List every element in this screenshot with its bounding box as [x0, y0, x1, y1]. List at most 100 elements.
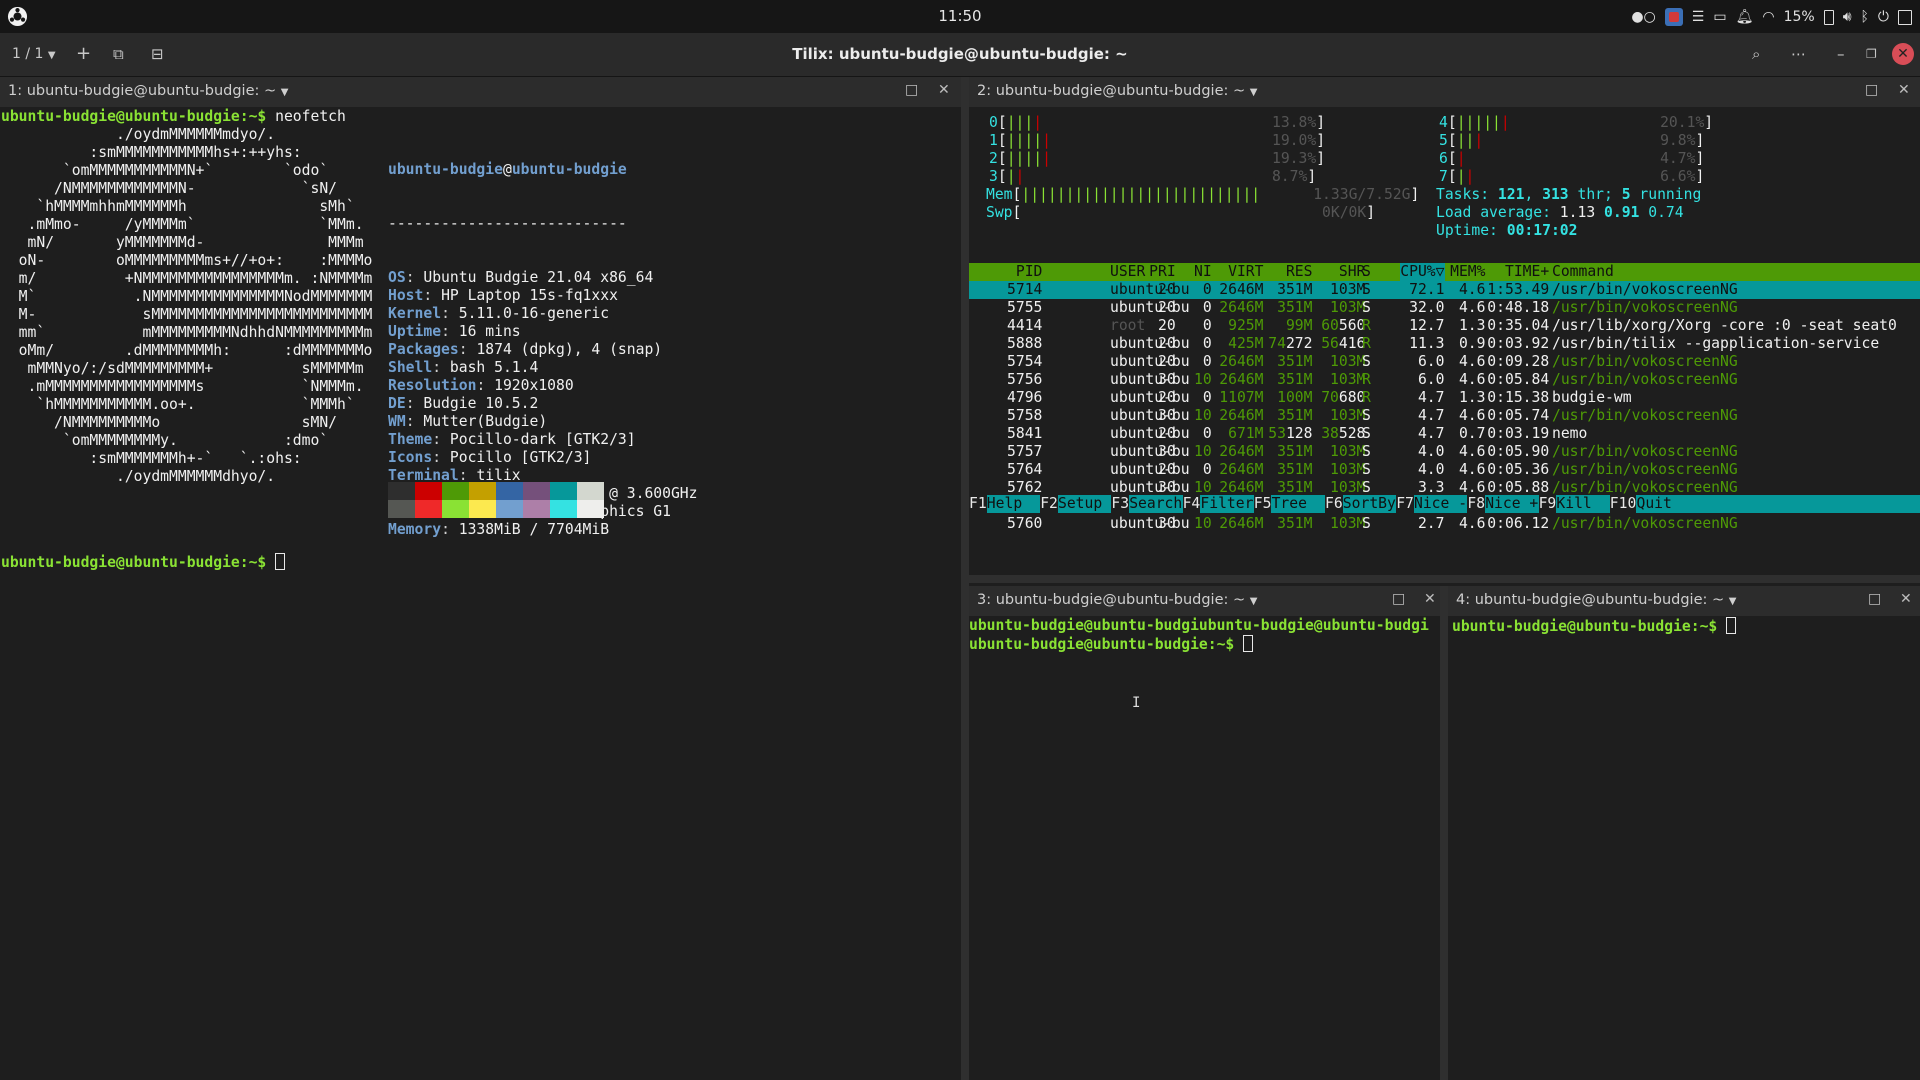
process-row[interactable]: 5714 ubuntu-bu 20 0 2646M 351M 103M S 72.1 4.6 1:5…	[969, 281, 1920, 299]
terminal-output[interactable]: ubuntu-budgie@ubuntu-budgiubuntu-budgie@…	[969, 616, 1440, 1080]
pane-2-titlebar[interactable]: 2: ubuntu-budgie@ubuntu-budgie: ~ ▼ □ ✕	[969, 77, 1920, 107]
function-key-label[interactable]: Quit	[1637, 495, 1672, 513]
tasks-count: 121	[1497, 186, 1525, 203]
pane-3-titlebar[interactable]: 3: ubuntu-budgie@ubuntu-budgie: ~ ▼ □ ✕	[969, 586, 1440, 616]
terminal-output[interactable]: ubuntu-budgie@ubuntu-budgie:~$	[1448, 616, 1920, 1080]
notification-dots-icon[interactable]: ●○	[1631, 9, 1655, 25]
color-swatch	[550, 482, 577, 500]
process-row[interactable]: 5757 ubuntu-bu 30 10 2646M 351M 103M S 4.0 4.6 0:0…	[969, 443, 1920, 461]
cell-pid: 5764	[1007, 461, 1043, 478]
cpu-id: 6	[1439, 150, 1448, 167]
process-row[interactable]: 5760 ubuntu-bu 30 10 2646M 351M 103M S 2.7 4.6 0:0…	[969, 515, 1920, 533]
cell-part: 60	[1321, 317, 1339, 334]
process-row[interactable]: 5758 ubuntu-bu 30 10 2646M 351M 103M S 4.7 4.6 0:0…	[969, 407, 1920, 425]
function-key-f4[interactable]: F4	[1182, 495, 1201, 513]
function-key-label[interactable]: Kill	[1556, 495, 1609, 513]
terminal-pane-4[interactable]: 4: ubuntu-budgie@ubuntu-budgie: ~ ▼ □ ✕ …	[1448, 586, 1920, 1080]
terminal-pane-3[interactable]: 3: ubuntu-budgie@ubuntu-budgie: ~ ▼ □ ✕ …	[969, 586, 1440, 1080]
function-key-f6[interactable]: F6	[1325, 495, 1343, 513]
pane-title[interactable]: 2: ubuntu-budgie@ubuntu-budgie: ~ ▼	[977, 83, 1257, 99]
function-key-label[interactable]: SortBy	[1343, 495, 1396, 513]
function-key-label[interactable]: Tree	[1272, 495, 1325, 513]
vokoscreen-record-icon[interactable]	[1664, 8, 1683, 26]
bracket: [	[1447, 168, 1457, 185]
function-key-f9[interactable]: F9	[1538, 495, 1557, 513]
process-table-header[interactable]: PID USER PRI NI VIRT RES SHR S CPU%▽ MEM% TIME+ Com…	[969, 263, 1920, 281]
function-key-f1[interactable]: F1	[969, 495, 987, 513]
chevron-down-icon: ▼	[280, 87, 289, 98]
function-key-f8[interactable]: F8	[1467, 495, 1486, 513]
function-key-label[interactable]: Filter	[1200, 495, 1253, 513]
bluetooth-icon[interactable]: ᛒ	[1861, 9, 1869, 25]
maximize-pane-icon[interactable]: □	[1868, 591, 1881, 607]
terminal-output[interactable]: ubuntu-budgie@ubuntu-budgie:~$ neofetch …	[0, 107, 961, 1080]
close-pane-icon[interactable]: ✕	[938, 82, 950, 98]
folder-icon[interactable]: ▭	[1713, 9, 1726, 25]
terminal-cursor	[1243, 635, 1254, 652]
maximize-pane-icon[interactable]: □	[1392, 591, 1405, 607]
top-panel: 11:50 ●○ ☰ ▭ 🔔︎ ◠ 15% 🔊︎ ᛒ ⏻	[0, 0, 1920, 33]
maximize-pane-icon[interactable]: □	[1865, 82, 1878, 98]
function-key-f3[interactable]: F3	[1111, 495, 1130, 513]
process-row[interactable]: 4796 ubuntu-bu 20 0 1107M 100M 70680 R 4.7 1.3 0:1…	[969, 389, 1920, 407]
pane-title[interactable]: 4: ubuntu-budgie@ubuntu-budgie: ~ ▼	[1456, 592, 1736, 608]
search-icon[interactable]: ⌕	[1752, 42, 1760, 66]
raven-icon[interactable]	[1898, 9, 1912, 25]
pane-divider[interactable]	[969, 575, 1920, 583]
swap-label: Swp	[986, 204, 1013, 221]
pane-4-titlebar[interactable]: 4: ubuntu-budgie@ubuntu-budgie: ~ ▼ □ ✕	[1448, 586, 1920, 616]
power-icon[interactable]: ⏻	[1878, 9, 1889, 25]
htop-function-keys[interactable]: F1 Help F2 Setup F3 Search F4 Filter F5 Tree F6…	[969, 495, 1920, 513]
terminal-pane-1[interactable]: 1: ubuntu-budgie@ubuntu-budgie: ~ ▼ □ ✕ …	[0, 77, 961, 1080]
cell-ni: 10	[1194, 371, 1212, 388]
cell-virt: 2646M	[1219, 299, 1264, 316]
htop-output[interactable]: 0[|||| 13.8%] 1[||||| 19.0%] 2[||||| 19.3%…	[969, 107, 1920, 575]
function-key-label[interactable]: Nice +	[1485, 495, 1538, 513]
pane-divider[interactable]	[1440, 586, 1448, 1080]
mem-value: 1.33G/7.52G	[1313, 186, 1411, 203]
cell-time: 0:03.19	[1487, 425, 1550, 442]
battery-icon[interactable]	[1823, 9, 1834, 25]
function-key-f10[interactable]: F10	[1609, 495, 1637, 513]
process-row[interactable]: 5754 ubuntu-bu 20 0 2646M 351M 103M S 6.0 4.6 0:09…	[969, 353, 1920, 371]
process-row[interactable]: 4414 root 20 0 925M 99M 60560 R 12.7 1.3 0:35.04/u…	[969, 317, 1920, 335]
function-key-label[interactable]: Search	[1129, 495, 1182, 513]
pane-title[interactable]: 3: ubuntu-budgie@ubuntu-budgie: ~ ▼	[977, 592, 1257, 608]
process-row[interactable]: 5755 ubuntu-bu 20 0 2646M 351M 103M S 32.0 4.6 0:4…	[969, 299, 1920, 317]
bell-icon[interactable]: 🔔︎	[1736, 9, 1754, 25]
close-pane-icon[interactable]: ✕	[1900, 591, 1912, 607]
function-key-label[interactable]: Setup	[1058, 495, 1111, 513]
cpu-id: 1	[989, 132, 998, 149]
process-row[interactable]: 5888 ubuntu-bu 20 0 425M 74272 56416 R 11.3 0.9 0:…	[969, 335, 1920, 353]
menu-dots-icon[interactable]: ⋯	[1791, 42, 1806, 66]
pane-title[interactable]: 1: ubuntu-budgie@ubuntu-budgie: ~ ▼	[8, 83, 288, 99]
close-pane-icon[interactable]: ✕	[1424, 591, 1436, 607]
close-pane-icon[interactable]: ✕	[1898, 82, 1910, 98]
volume-icon[interactable]: 🔊︎	[1843, 9, 1852, 25]
battery-percentage[interactable]: 15%	[1784, 9, 1815, 25]
color-swatch	[577, 482, 604, 500]
function-key-f7[interactable]: F7	[1396, 495, 1414, 513]
function-key-f2[interactable]: F2	[1040, 495, 1058, 513]
maximize-icon[interactable]: ❐	[1866, 42, 1877, 66]
comma: ,	[1524, 186, 1543, 203]
cpu-id: 4	[1439, 114, 1448, 131]
function-key-label[interactable]: Nice -	[1414, 495, 1467, 513]
column-header-pid: PID	[1015, 263, 1043, 280]
color-swatch	[388, 482, 415, 500]
function-key-label[interactable]: Help	[987, 495, 1040, 513]
close-window-button[interactable]: ✕	[1892, 43, 1914, 65]
process-row[interactable]: 5764 ubuntu-bu 20 0 2646M 351M 103M S 4.0 4.6 0:05…	[969, 461, 1920, 479]
pane-divider[interactable]	[961, 77, 969, 1080]
minimize-icon[interactable]: –	[1837, 42, 1845, 66]
wifi-icon[interactable]: ◠	[1762, 9, 1774, 25]
function-key-f5[interactable]: F5	[1253, 495, 1272, 513]
process-row[interactable]: 5756 ubuntu-bu 30 10 2646M 351M 103M R 6.0 4.6 0:0…	[969, 371, 1920, 389]
list-icon[interactable]: ☰	[1692, 9, 1705, 25]
terminal-pane-2[interactable]: 2: ubuntu-budgie@ubuntu-budgie: ~ ▼ □ ✕ …	[969, 77, 1920, 575]
cpu-meter-6: 6[| 4.7%]	[1439, 150, 1704, 168]
maximize-pane-icon[interactable]: □	[905, 82, 918, 98]
process-row[interactable]: 5841 ubuntu-bu 20 0 671M 53128 38528 S 4.7 0.7 0:0…	[969, 425, 1920, 443]
pane-1-titlebar[interactable]: 1: ubuntu-budgie@ubuntu-budgie: ~ ▼ □ ✕	[0, 77, 961, 107]
